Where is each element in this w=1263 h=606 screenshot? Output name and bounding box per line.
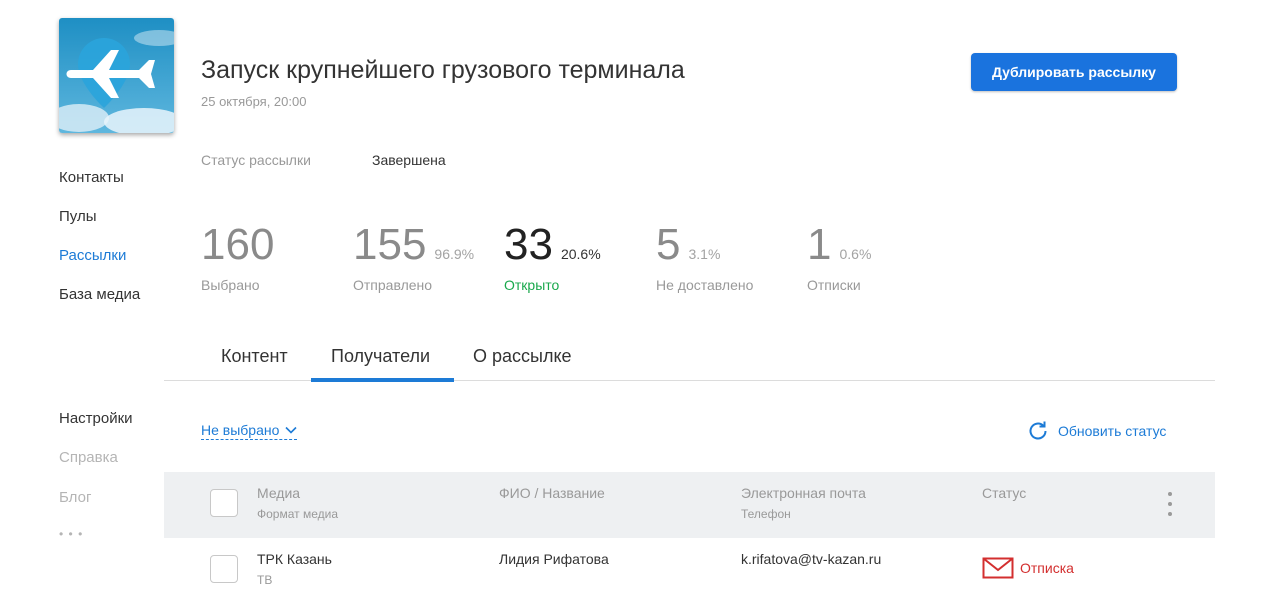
stat-percent: 96.9% [434, 246, 475, 262]
stat-percent: 3.1% [688, 246, 721, 262]
active-tab-indicator [311, 378, 454, 382]
filter-label: Не выбрано [201, 422, 280, 438]
tab-about[interactable]: О рассылке [473, 346, 572, 367]
column-options-icon[interactable] [1167, 492, 1173, 520]
refresh-icon [1029, 421, 1047, 440]
stat-not-delivered: 5 3.1% Не доставлено [656, 220, 753, 294]
sidebar-item-contacts[interactable]: Контакты [59, 169, 124, 186]
stat-value: 33 [504, 220, 553, 269]
tab-recipients[interactable]: Получатели [331, 346, 430, 367]
row-status: Отписка [982, 557, 1074, 579]
chevron-down-icon [285, 426, 297, 434]
tab-content[interactable]: Контент [221, 346, 288, 367]
row-status-label: Отписка [1020, 560, 1074, 576]
table-row: ТРК Казань ТВ Лидия Рифатова k.rifatova@… [164, 538, 1215, 598]
row-email: k.rifatova@tv-kazan.ru [741, 551, 882, 567]
column-media[interactable]: Медиа [257, 485, 300, 501]
sidebar-item-blog[interactable]: Блог [59, 489, 91, 506]
column-phone: Телефон [741, 507, 791, 521]
page-title: Запуск крупнейшего грузового терминала [201, 56, 685, 84]
row-media-format: ТВ [257, 573, 273, 587]
stat-value: 1 [807, 220, 832, 269]
stat-label: Отписки [807, 277, 861, 293]
refresh-status-label: Обновить статус [1058, 423, 1167, 439]
tab-bar: Контент Получатели О рассылке [164, 338, 1215, 381]
airplane-pin-icon [59, 18, 174, 133]
stat-opened: 33 20.6% Открыто [504, 220, 601, 294]
stat-label: Выбрано [201, 277, 260, 293]
recipient-filter-dropdown[interactable]: Не выбрано [201, 422, 298, 440]
duplicate-mailing-button[interactable]: Дублировать рассылку [971, 53, 1177, 91]
envelope-icon [982, 557, 1014, 579]
sidebar-item-mailings[interactable]: Рассылки [59, 247, 126, 264]
table-header: Медиа Формат медиа ФИО / Название Электр… [164, 472, 1215, 538]
stat-label: Не доставлено [656, 277, 754, 293]
stat-selected: 160 Выбрано [201, 220, 275, 294]
select-all-checkbox[interactable] [210, 489, 238, 517]
column-name[interactable]: ФИО / Название [499, 485, 605, 501]
mailing-logo [59, 18, 174, 133]
stat-value: 160 [201, 220, 275, 269]
stat-sent: 155 96.9% Отправлено [353, 220, 475, 294]
stat-value: 5 [656, 220, 681, 269]
sidebar-item-help[interactable]: Справка [59, 449, 118, 466]
sidebar-item-media-base[interactable]: База медиа [59, 286, 140, 303]
status-label: Статус рассылки [201, 152, 311, 168]
refresh-status-button[interactable]: Обновить статус [1026, 419, 1166, 443]
mailing-date: 25 октября, 20:00 [201, 94, 307, 109]
row-media: ТРК Казань [257, 551, 332, 567]
column-email[interactable]: Электронная почта [741, 485, 866, 501]
stat-unsubscribed: 1 0.6% Отписки [807, 220, 872, 294]
stat-percent: 20.6% [560, 246, 601, 262]
sidebar-more-icon[interactable]: • • • [59, 527, 83, 541]
column-status[interactable]: Статус [982, 485, 1026, 501]
sidebar-item-settings[interactable]: Настройки [59, 410, 133, 427]
status-value: Завершена [372, 152, 446, 168]
column-media-format: Формат медиа [257, 507, 338, 521]
row-checkbox[interactable] [210, 555, 238, 583]
stat-label: Отправлено [353, 277, 433, 293]
sidebar-item-pools[interactable]: Пулы [59, 208, 97, 225]
row-name: Лидия Рифатова [499, 551, 609, 567]
stat-label: Открыто [504, 277, 560, 293]
stat-value: 155 [353, 220, 427, 269]
stat-percent: 0.6% [839, 246, 872, 262]
